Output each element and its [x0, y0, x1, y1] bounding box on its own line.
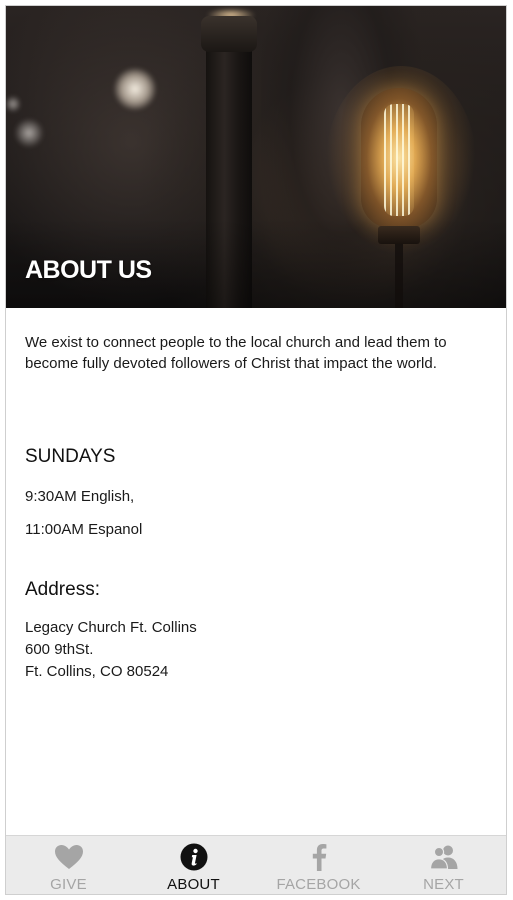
lamp-pole-cap — [201, 16, 257, 52]
tab-label: FACEBOOK — [276, 876, 361, 893]
address-line: Ft. Collins, CO 80524 — [25, 663, 169, 680]
tab-label: GIVE — [50, 876, 87, 893]
service-time: 11:00AM Espanol — [25, 521, 143, 538]
tab-label: ABOUT — [167, 876, 220, 893]
address-block: Legacy Church Ft. Collins 600 9thSt. Ft.… — [25, 617, 197, 683]
info-icon — [180, 842, 208, 872]
people-icon — [428, 842, 460, 872]
tab-about[interactable]: ABOUT — [131, 836, 256, 894]
bulb-filament — [384, 104, 414, 216]
app-screen: ABOUT US We exist to connect people to t… — [5, 5, 507, 895]
about-content: We exist to connect people to the local … — [25, 308, 490, 680]
address-heading: Address: — [25, 579, 100, 600]
address-line: Legacy Church Ft. Collins — [25, 619, 197, 636]
bokeh-light — [6, 94, 20, 114]
service-time: 9:30AM English, — [25, 488, 135, 505]
page-title: ABOUT US — [25, 256, 152, 284]
sundays-heading: SUNDAYS — [25, 446, 116, 467]
tab-label: NEXT — [423, 876, 464, 893]
bokeh-light — [114, 68, 156, 110]
hero-banner: ABOUT US — [6, 6, 506, 308]
mission-statement: We exist to connect people to the local … — [25, 334, 447, 372]
bottom-tab-bar: GIVE ABOUT FACEBOOK NEXT — [6, 835, 506, 894]
tab-next[interactable]: NEXT — [381, 836, 506, 894]
facebook-icon — [310, 842, 328, 872]
address-line: 600 9thSt. — [25, 641, 94, 658]
tab-give[interactable]: GIVE — [6, 836, 131, 894]
bokeh-light — [14, 118, 44, 148]
tab-facebook[interactable]: FACEBOOK — [256, 836, 381, 894]
heart-icon — [54, 842, 84, 872]
